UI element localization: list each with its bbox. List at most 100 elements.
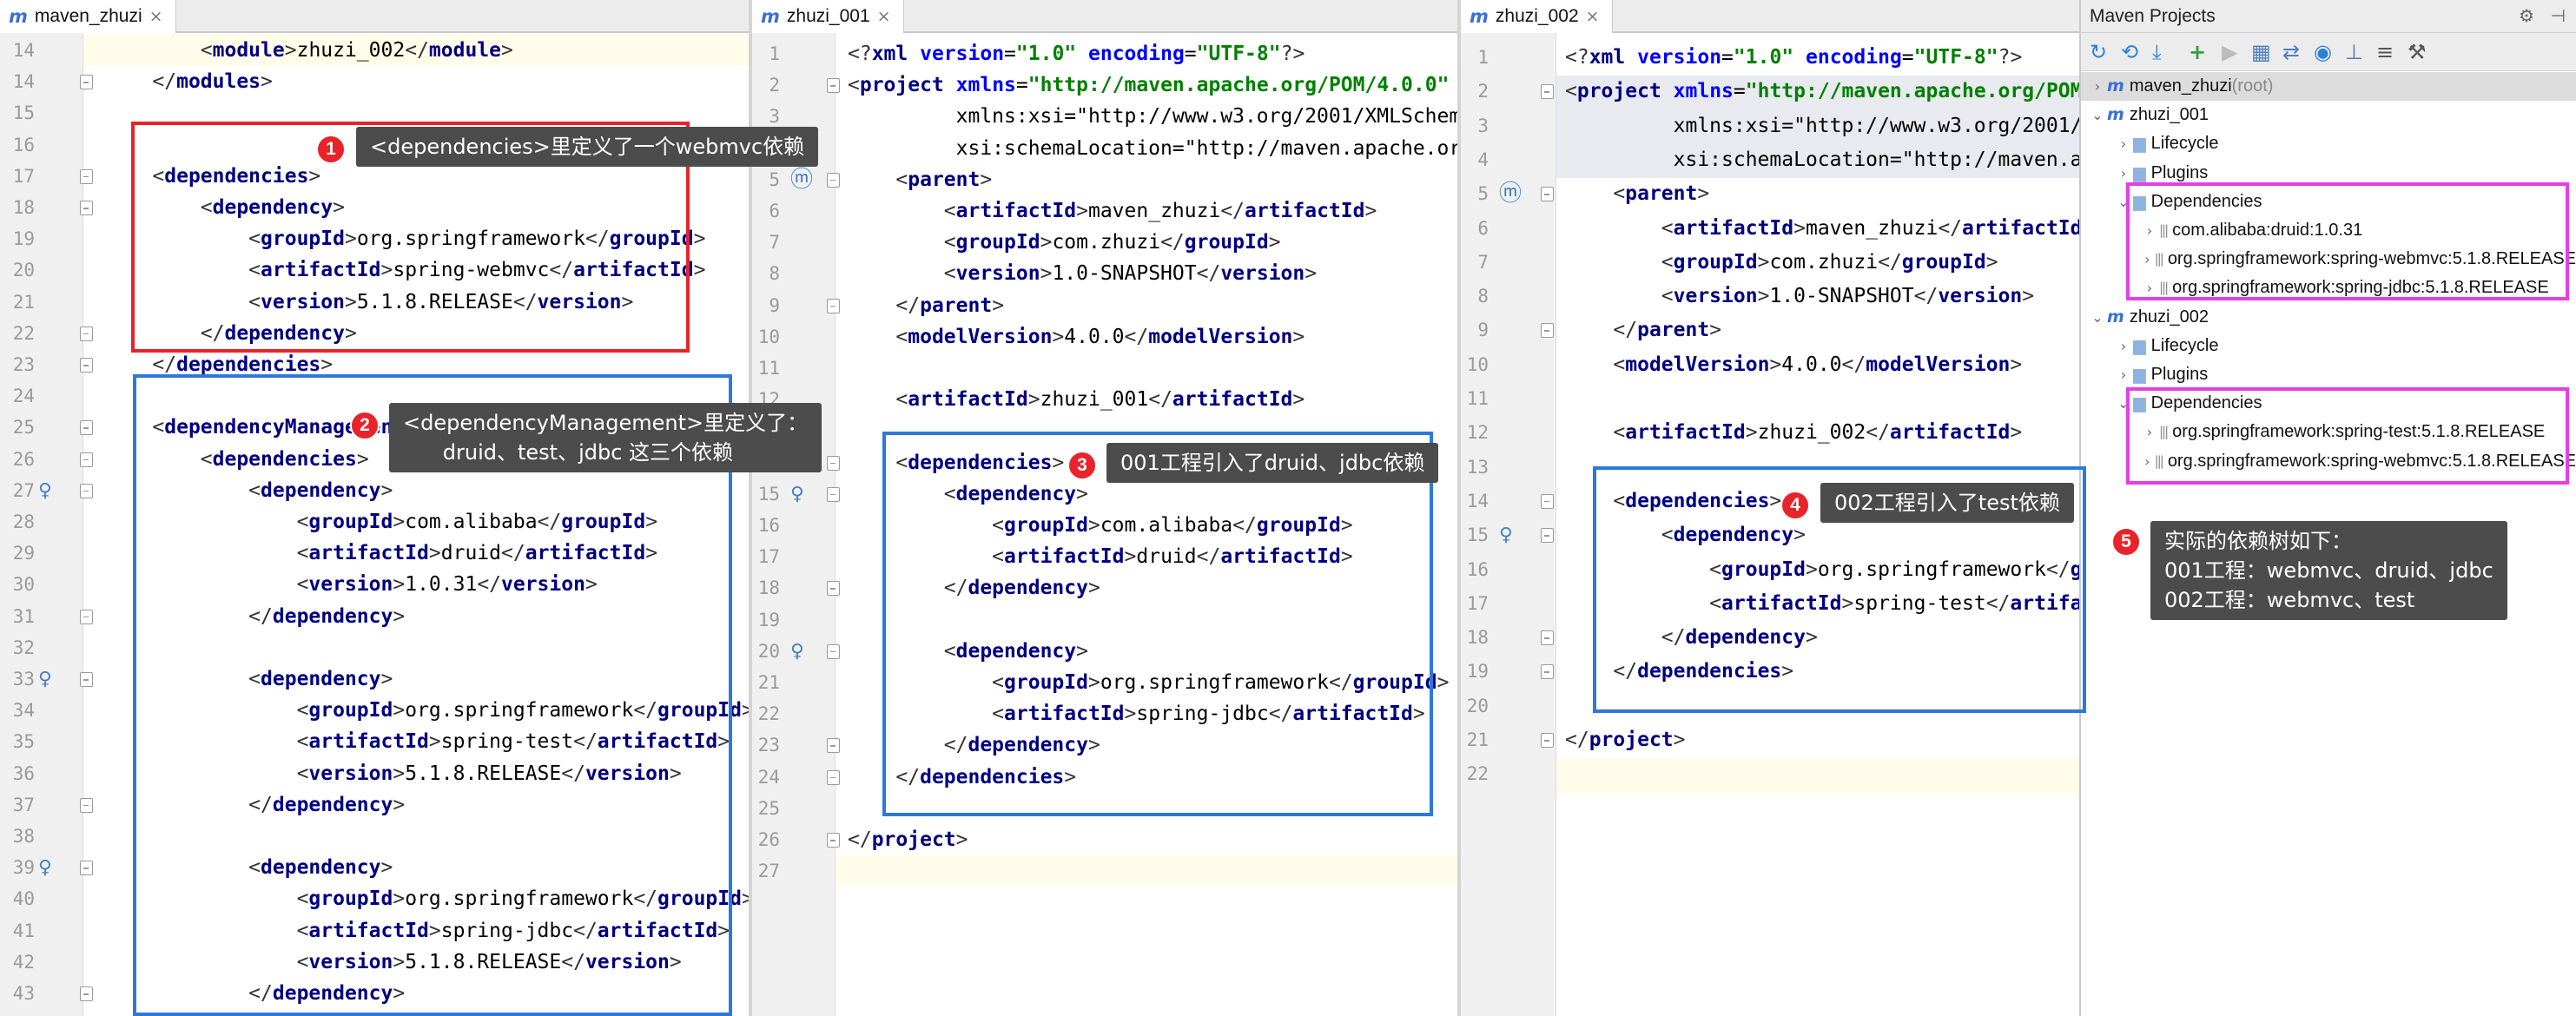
fold-marker-icon[interactable] <box>1541 733 1554 748</box>
override-marker-icon[interactable]: ♀ <box>38 668 52 690</box>
close-tab-icon[interactable]: × <box>877 7 891 26</box>
fold-marker-icon[interactable] <box>827 769 840 785</box>
fold-marker-icon[interactable] <box>80 358 93 373</box>
maven-tree-node[interactable]: › ▆ Lifecycle <box>2081 332 2576 360</box>
tab-label: zhuzi_002 <box>1495 6 1579 26</box>
annotation-note-5: 实际的依赖树如下： 001工程：webmvc、druid、jdbc 002工程：… <box>2150 521 2507 620</box>
annotation-box-deps-002 <box>2126 387 2569 485</box>
maven-tree-node[interactable]: ⌄ m zhuzi_002 <box>2081 303 2576 332</box>
collapse-all-icon[interactable]: ≡ <box>2376 41 2394 63</box>
fold-marker-icon[interactable] <box>80 483 93 498</box>
line-number: 21 <box>1466 729 1489 750</box>
tab-zhuzi-002[interactable]: m zhuzi_002 × <box>1461 0 1613 33</box>
fold-marker-icon[interactable] <box>80 861 93 876</box>
expand-arrow-icon[interactable]: › <box>2088 72 2107 101</box>
collapse-arrow-icon[interactable]: ⌄ <box>2088 101 2107 129</box>
line-number: 34 <box>12 700 35 722</box>
fold-marker-icon[interactable] <box>827 738 840 754</box>
maven-tree-node[interactable]: › ▆ Lifecycle <box>2081 129 2576 158</box>
override-marker-icon[interactable]: ♀ <box>38 856 52 879</box>
code-line: <module>zhuzi_002</module> <box>200 39 513 62</box>
override-marker-icon[interactable]: ♀ <box>790 483 804 505</box>
line-number: 9 <box>1477 320 1489 341</box>
line-number: 20 <box>757 640 780 662</box>
fold-marker-icon[interactable] <box>827 643 840 659</box>
toggle-offline-icon[interactable]: ⇄ <box>2282 41 2300 63</box>
maven-tree-node[interactable]: › m maven_zhuzi (root) <box>2081 72 2576 101</box>
line-number: 9 <box>769 294 780 316</box>
settings-gear-icon[interactable]: ⚙ <box>2519 5 2534 26</box>
fold-marker-icon[interactable] <box>1541 187 1554 202</box>
fold-marker-icon[interactable] <box>80 609 93 624</box>
generate-sources-icon[interactable]: ⟲ <box>2121 41 2138 63</box>
line-number: 17 <box>1466 592 1489 614</box>
maven-settings-icon[interactable]: ⚒ <box>2408 41 2427 63</box>
fold-marker-icon[interactable] <box>80 452 93 467</box>
fold-marker-icon[interactable] <box>827 298 840 313</box>
fold-marker-icon[interactable] <box>80 672 93 687</box>
fold-marker-icon[interactable] <box>80 420 93 436</box>
expand-arrow-icon[interactable]: › <box>2114 129 2133 158</box>
fold-marker-icon[interactable] <box>80 201 93 215</box>
close-tab-icon[interactable]: × <box>149 7 163 26</box>
expand-arrow-icon[interactable]: › <box>2114 360 2133 389</box>
maven-parent-icon[interactable]: ⓜ <box>790 168 813 191</box>
code-line: xmlns:xsi="http://www.w3.org/2001/XMLSch… <box>955 105 1457 129</box>
fold-marker-icon[interactable] <box>827 172 840 188</box>
line-number: 1 <box>1477 47 1489 68</box>
line-number: 44 <box>0 1009 35 1016</box>
fold-marker-icon[interactable] <box>827 78 840 94</box>
folder-icon: ▆ <box>2133 365 2146 384</box>
maven-module-icon: m <box>2107 307 2124 327</box>
fold-marker-icon[interactable] <box>1541 528 1554 544</box>
maven-module-icon: m <box>2107 105 2124 125</box>
download-icon[interactable]: ⤓ <box>2152 41 2162 63</box>
hide-panel-icon[interactable]: ⊣ <box>2551 5 2566 26</box>
fold-marker-icon[interactable] <box>1541 630 1554 646</box>
line-number: 5 <box>1477 183 1489 205</box>
run-icon[interactable]: ▶ <box>2222 41 2237 63</box>
fold-marker-icon[interactable] <box>827 581 840 597</box>
code-line: <version>1.0-SNAPSHOT</version> <box>1661 285 2035 308</box>
line-number: 13 <box>1466 456 1489 478</box>
skip-tests-icon[interactable]: ◉ <box>2314 41 2332 63</box>
tab-zhuzi-001[interactable]: m zhuzi_001 × <box>752 0 904 33</box>
fold-marker-icon[interactable] <box>80 168 93 184</box>
maven-parent-icon[interactable]: ⓜ <box>1499 182 1522 205</box>
fold-marker-icon[interactable] <box>80 75 93 90</box>
fold-marker-icon[interactable] <box>80 797 93 813</box>
maven-tree-node[interactable]: ⌄ m zhuzi_001 <box>2081 101 2576 129</box>
line-number: 17 <box>12 165 35 187</box>
fold-marker-icon[interactable] <box>827 455 840 471</box>
tab-maven-zhuzi[interactable]: m maven_zhuzi × <box>0 0 176 33</box>
collapse-arrow-icon[interactable]: ⌄ <box>2088 303 2107 332</box>
close-tab-icon[interactable]: × <box>1586 7 1600 26</box>
expand-arrow-icon[interactable]: › <box>2114 332 2133 360</box>
fold-marker-icon[interactable] <box>1541 493 1554 509</box>
line-number: 22 <box>1466 763 1489 785</box>
line-number: 14 <box>1466 490 1489 511</box>
fold-marker-icon[interactable] <box>80 986 93 1001</box>
fold-marker-icon[interactable] <box>80 326 93 341</box>
tab-bar: m zhuzi_001 × <box>752 0 1457 33</box>
tree-node-label: Plugins <box>2150 365 2209 384</box>
add-project-icon[interactable]: + <box>2189 41 2206 63</box>
execute-goal-icon[interactable]: ▦ <box>2251 41 2271 63</box>
line-number: 15 <box>757 483 780 505</box>
override-marker-icon[interactable]: ♀ <box>38 479 52 502</box>
fold-marker-icon[interactable] <box>1541 664 1554 680</box>
code-line: <modelVersion>4.0.0</modelVersion> <box>895 325 1305 348</box>
reimport-icon[interactable]: ↻ <box>2090 41 2107 63</box>
maven-tree-node[interactable]: › ▆ Plugins <box>2081 360 2576 389</box>
show-dependencies-icon[interactable]: ⊥ <box>2345 41 2363 63</box>
line-number: 2 <box>769 75 780 96</box>
fold-marker-icon[interactable] <box>827 833 840 848</box>
line-number: 12 <box>1466 422 1489 444</box>
override-marker-icon[interactable]: ♀ <box>1499 524 1513 546</box>
fold-marker-icon[interactable] <box>827 486 840 502</box>
override-marker-icon[interactable]: ♀ <box>790 640 804 663</box>
fold-marker-icon[interactable] <box>1541 84 1554 100</box>
line-number: 37 <box>12 794 35 815</box>
code-line: <artifactId>zhuzi_002</artifactId> <box>1613 421 2023 445</box>
fold-marker-icon[interactable] <box>1541 323 1554 339</box>
